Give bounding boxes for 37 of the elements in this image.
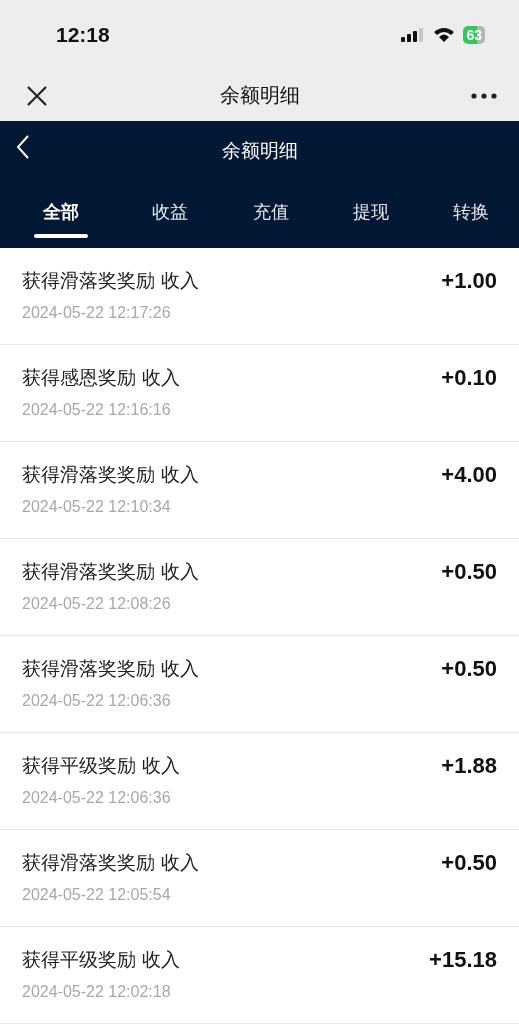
record-title: 获得平级奖励 收入 [22, 753, 181, 778]
record-time: 2024-05-22 12:06:36 [22, 789, 172, 807]
tab[interactable]: 全部 [22, 180, 100, 248]
record-amount: +0.50 [441, 849, 497, 877]
close-icon[interactable] [26, 84, 48, 107]
record-time: 2024-05-22 12:02:18 [22, 983, 172, 1001]
page-title: 余额明细 [221, 137, 298, 163]
record-amount: +15.18 [429, 946, 497, 974]
record-amount: +4.00 [441, 461, 497, 489]
wifi-icon [433, 27, 456, 43]
signal-icon [401, 28, 426, 42]
record-time: 2024-05-22 12:08:26 [22, 595, 172, 613]
record-amount: +1.88 [441, 752, 497, 780]
record-time: 2024-05-22 12:06:36 [22, 692, 172, 710]
record-time: 2024-05-22 12:16:16 [22, 401, 172, 419]
record-title: 获得滑落奖奖励 收入 [22, 559, 200, 584]
more-icon[interactable] [471, 92, 497, 99]
record-time: 2024-05-22 12:10:34 [22, 498, 172, 516]
record-amount: +0.10 [441, 364, 497, 392]
tab[interactable]: 提现 [340, 180, 401, 248]
nav-title: 余额明细 [219, 82, 300, 109]
record-title: 获得滑落奖奖励 收入 [22, 462, 200, 487]
status-time: 12:18 [56, 23, 110, 47]
tab[interactable]: 转换 [441, 180, 501, 248]
back-icon[interactable] [16, 135, 30, 159]
record-amount: +0.50 [441, 655, 497, 683]
record-title: 获得滑落奖奖励 收入 [22, 656, 200, 681]
record-time: 2024-05-22 12:05:54 [22, 886, 172, 904]
record-title: 获得滑落奖奖励 收入 [22, 850, 200, 875]
record-title: 获得平级奖励 收入 [22, 947, 181, 972]
record-amount: +0.50 [441, 558, 497, 586]
tab[interactable]: 收益 [140, 180, 201, 248]
record-title: 获得滑落奖奖励 收入 [22, 268, 200, 293]
tab[interactable]: 充值 [240, 180, 301, 248]
record-title: 获得感恩奖励 收入 [22, 365, 181, 390]
record-time: 2024-05-22 12:17:26 [22, 304, 172, 322]
record-amount: +1.00 [441, 267, 497, 295]
